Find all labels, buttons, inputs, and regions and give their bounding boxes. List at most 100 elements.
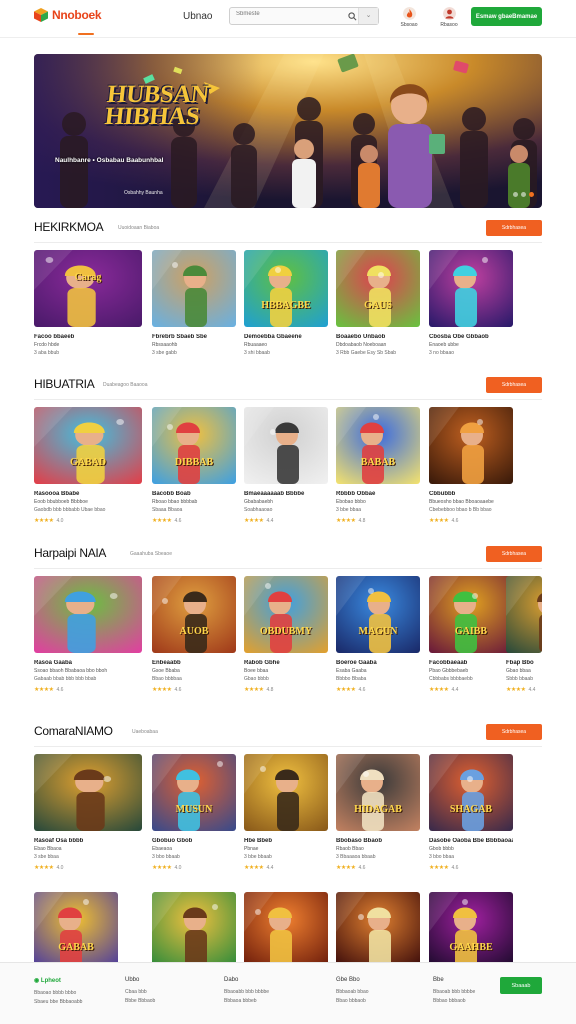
- footer-link[interactable]: Bbbe Bbbaob: [125, 998, 155, 1004]
- game-name[interactable]: Rasoaf Osa bbbb: [34, 838, 142, 844]
- game-name[interactable]: Boeroe Gaaba: [336, 660, 420, 666]
- game-thumbnail[interactable]: GABAB: [34, 892, 118, 969]
- search-input[interactable]: [236, 11, 344, 17]
- carousel-dot-active[interactable]: [529, 192, 534, 197]
- game-name[interactable]: Facobbaeaab: [429, 660, 513, 666]
- carousel-dot[interactable]: [521, 192, 526, 197]
- see-all-button[interactable]: Sdrbhasea: [486, 377, 542, 393]
- game-name[interactable]: Fbap Bbo: [506, 660, 542, 666]
- game-thumbnail[interactable]: [34, 754, 142, 831]
- game-card[interactable]: GAAHBE: [429, 892, 513, 969]
- game-card[interactable]: SHAGAB Dasobe Oaoba Bbe Bbbbaoaaa Gbob bbb…: [429, 754, 513, 871]
- footer-link[interactable]: Bbaoao bbbb bbbo: [34, 990, 82, 996]
- game-thumbnail[interactable]: [152, 892, 236, 969]
- game-card[interactable]: Bmaeaaaaaab Bbbbe Gbababaebh Soabhaaoao ★★★…: [244, 407, 328, 524]
- game-thumbnail[interactable]: Carag: [34, 250, 142, 327]
- signup-button[interactable]: Esmaw gbaeBmamae: [471, 7, 542, 26]
- game-card[interactable]: [336, 892, 420, 969]
- search-filter-button[interactable]: ⌄: [358, 8, 378, 24]
- game-card[interactable]: GABAD Rasoooa Bbabe Eoob bbubboeb Bbbboe Ga…: [34, 407, 142, 524]
- game-name[interactable]: Bacobb Boab: [152, 491, 236, 497]
- game-card[interactable]: DIBBAB Bacobb Boab Rboao bbao bbbbab Sbaaa …: [152, 407, 236, 524]
- game-thumbnail[interactable]: OBDUBMY: [244, 576, 328, 653]
- game-name[interactable]: Rbbbb Obbae: [336, 491, 420, 497]
- see-all-button[interactable]: Sdrbhasea: [486, 724, 542, 740]
- game-name[interactable]: Demoebba Gbaeene: [244, 334, 328, 340]
- footer-link[interactable]: Bbbaoa bbbeb: [224, 998, 269, 1004]
- game-thumbnail[interactable]: DIBBAB: [152, 407, 236, 484]
- game-card[interactable]: Rasoa Gaaba Ssoao bbaoh Bbabaoa bbo bboh G…: [34, 576, 142, 693]
- game-card[interactable]: MAGUN Boeroe Gaaba Esaba Gaaba Bbbbo Bbaba ★…: [336, 576, 420, 693]
- game-thumbnail[interactable]: HBBAGBE: [244, 250, 328, 327]
- footer-link[interactable]: Bbbao bbbaob: [433, 998, 475, 1004]
- game-name[interactable]: Cbosba Obe Gbbaob: [429, 334, 513, 340]
- game-card[interactable]: HBBAGBE Demoebba Gbaeene Rbuaaaeo 3 shi bba…: [244, 250, 328, 356]
- game-name[interactable]: Fbrebrb Sbaeb Sbe: [152, 334, 236, 340]
- game-card[interactable]: AUOB Enbeaabb Gsoe Bbaba Bbao bbbbaa ★★★★ 4.6: [152, 576, 236, 693]
- game-card[interactable]: HIDAGAB Bbobaso Bbaob Rbaob Bbao 3 Bbaaaoa …: [336, 754, 420, 871]
- game-name[interactable]: Bmaeaaaaaab Bbbbe: [244, 491, 328, 497]
- hero-banner[interactable]: HUBSAN HIBHAS Naulhbanre • Osbabau Baabu…: [34, 54, 542, 208]
- game-card[interactable]: BABAB Rbbbb Obbae Ebobao bbbo 3 bbe bbaa ★★★…: [336, 407, 420, 524]
- game-thumbnail[interactable]: [244, 892, 328, 969]
- game-thumbnail[interactable]: [244, 754, 328, 831]
- game-thumbnail[interactable]: GABAD: [34, 407, 142, 484]
- see-all-button[interactable]: Sdrbhasea: [486, 220, 542, 236]
- see-all-button[interactable]: Sdrbhasea: [486, 546, 542, 562]
- game-thumbnail[interactable]: SHAGAB: [429, 754, 513, 831]
- game-thumbnail[interactable]: [429, 407, 513, 484]
- game-card[interactable]: [152, 892, 236, 969]
- carousel-dots[interactable]: [513, 192, 534, 197]
- game-thumbnail[interactable]: [152, 250, 236, 327]
- nav-link[interactable]: Ubnao: [183, 11, 212, 22]
- game-thumbnail[interactable]: GAUS: [336, 250, 420, 327]
- footer-link[interactable]: Sbaeu bbe Bbbaoabb: [34, 999, 82, 1005]
- game-thumbnail[interactable]: HIDAGAB: [336, 754, 420, 831]
- game-name[interactable]: Gbobuo Gbob: [152, 838, 236, 844]
- profile-button[interactable]: Rbasoo: [431, 7, 467, 28]
- game-thumbnail[interactable]: GAAHBE: [429, 892, 513, 969]
- game-name[interactable]: Enbeaabb: [152, 660, 236, 666]
- game-thumbnail[interactable]: [429, 250, 513, 327]
- footer-link[interactable]: Bbbaoab bbao: [336, 989, 369, 995]
- game-name[interactable]: Rasoa Gaaba: [34, 660, 142, 666]
- footer-link[interactable]: Bbaoab bbb bbbbe: [433, 989, 475, 995]
- game-name[interactable]: Rasoooa Bbabe: [34, 491, 142, 497]
- game-name[interactable]: Rabob Gbhe: [244, 660, 328, 666]
- game-name[interactable]: Hbe Bbeb: [244, 838, 328, 844]
- footer-brand[interactable]: ◉ Lpheot: [34, 977, 82, 984]
- game-card[interactable]: OBDUBMY Rabob Gbhe Boee bbaa Gbao bbbb ★★★★ 4…: [244, 576, 328, 693]
- game-card[interactable]: Cbbubbb Bbueosho bbao Bboaoaaebe Cbebebboo…: [429, 407, 513, 524]
- game-thumbnail[interactable]: [34, 576, 142, 653]
- game-card[interactable]: Cbosba Obe Gbbaob Enaoeb ubbe 3 no bbaao: [429, 250, 513, 356]
- game-card[interactable]: Hbe Bbeb Pbnae 3 bbe bbaab ★★★★ 4.4: [244, 754, 328, 871]
- game-thumbnail[interactable]: MAGUN: [336, 576, 420, 653]
- game-card[interactable]: [244, 892, 328, 969]
- game-thumbnail[interactable]: [336, 892, 420, 969]
- game-thumbnail[interactable]: [506, 576, 542, 653]
- game-name[interactable]: Boaaebo Unbaob: [336, 334, 420, 340]
- game-thumbnail[interactable]: AUOB: [152, 576, 236, 653]
- game-card[interactable]: Rasoaf Osa bbbb Ebao Bbaoa 3 sbe bbaa ★★★★ 4…: [34, 754, 142, 871]
- footer-link[interactable]: Bbaoabb bbb bbbbe: [224, 989, 269, 995]
- game-card[interactable]: Fbrebrb Sbaeb Sbe Rbssaaohb 3 sbe gabb: [152, 250, 236, 356]
- footer-link[interactable]: Cbaa bbb: [125, 989, 155, 995]
- game-card[interactable]: Carag Facoo bbaeeb Frcdo hbde 3 aba bbub: [34, 250, 142, 356]
- game-thumbnail[interactable]: [244, 407, 328, 484]
- game-thumbnail[interactable]: MUSUN: [152, 754, 236, 831]
- game-thumbnail[interactable]: BABAB: [336, 407, 420, 484]
- carousel-dot[interactable]: [513, 192, 518, 197]
- game-name[interactable]: Dasobe Oaoba Bbe Bbbbaoaaa: [429, 838, 513, 844]
- game-card[interactable]: GAUS Boaaebo Unbaob Dbdoabaob Noeboaan 3 Rb…: [336, 250, 420, 356]
- game-card[interactable]: MUSUN Gbobuo Gbob Ebaeaoa 3 bbo bbaab ★★★★ 4.…: [152, 754, 236, 871]
- game-card[interactable]: GABAB: [34, 892, 118, 969]
- game-name[interactable]: Bbobaso Bbaob: [336, 838, 420, 844]
- search-box[interactable]: ⌄: [229, 7, 379, 25]
- game-card[interactable]: GAIBB Facobbaeaab Pbao Gbbbebaeb Cbbbabs bb…: [429, 576, 513, 693]
- trending-button[interactable]: Sbsoao: [391, 7, 427, 28]
- footer-link[interactable]: Bbao bbbaob: [336, 998, 369, 1004]
- search-icon[interactable]: [348, 12, 357, 21]
- footer-cta-button[interactable]: Sbaaab: [500, 977, 542, 994]
- game-name[interactable]: Facoo bbaeeb: [34, 334, 142, 340]
- logo[interactable]: Nnoboek: [34, 8, 102, 22]
